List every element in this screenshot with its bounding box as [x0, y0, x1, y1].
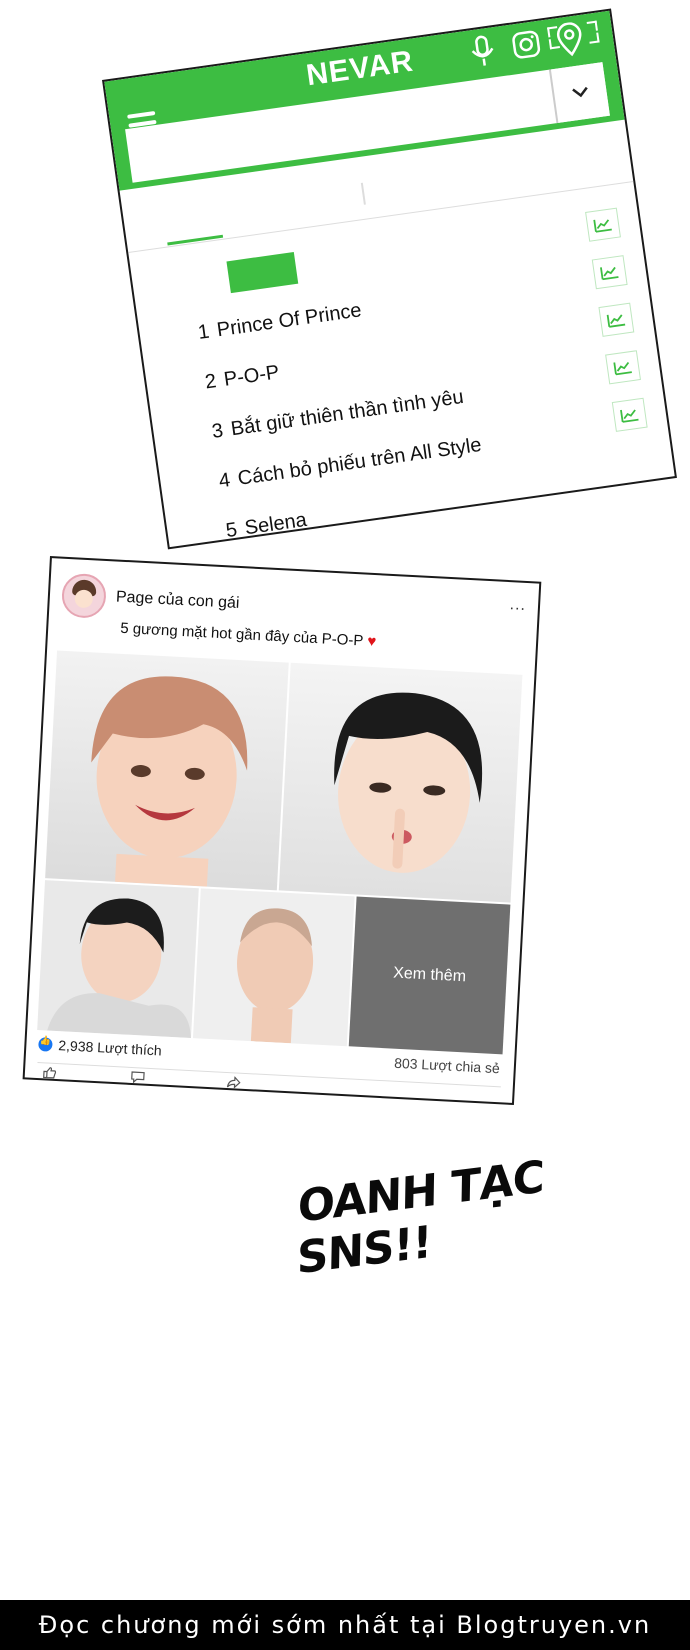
rank-number: 3 — [210, 419, 225, 443]
comment-icon[interactable] — [131, 1070, 146, 1084]
footer-banner[interactable]: Đọc chương mới sớm nhất tại Blogtruyen.v… — [0, 1600, 690, 1650]
photo-shaved-boy[interactable] — [192, 888, 355, 1047]
avatar[interactable] — [60, 572, 108, 619]
page-name[interactable]: Page của con gái — [115, 589, 239, 613]
likes-text: 2,938 Lượt thích — [57, 1037, 163, 1059]
trend-icon[interactable] — [591, 255, 628, 290]
rank-number: 1 — [196, 320, 211, 344]
heart-icon: ♥ — [366, 632, 377, 651]
sfx-shout-text: OANH TẠC SNS!! — [296, 1151, 545, 1285]
post-caption: 5 gương mặt hot gần đây của P-O-P ♥ — [120, 620, 377, 650]
see-more-button[interactable]: Xem thêm — [348, 896, 511, 1055]
rank-label: P-O-P — [222, 360, 281, 391]
share-icon[interactable] — [226, 1075, 241, 1089]
social-post-card: Page của con gái ... 5 gương mặt hot gần… — [22, 556, 542, 1106]
caption-text: 5 gương mặt hot gần đây của P-O-P — [119, 619, 364, 650]
tab-divider — [360, 182, 366, 205]
more-options-icon[interactable]: ... — [509, 596, 526, 615]
trend-icon[interactable] — [585, 207, 621, 242]
ranking-item[interactable]: 1 Prince Of Prince — [195, 288, 364, 354]
rank-label: Prince Of Prince — [215, 298, 363, 341]
like-reaction-icon — [38, 1037, 53, 1052]
instagram-icon[interactable] — [509, 27, 543, 65]
rank-number: 4 — [217, 468, 232, 493]
post-header: Page của con gái — [60, 572, 241, 626]
trend-icon[interactable] — [598, 302, 635, 337]
ranking-item[interactable]: 5 Selena — [223, 498, 310, 549]
active-tab-indicator[interactable] — [167, 234, 224, 246]
photo-smiling-boy[interactable] — [45, 650, 289, 891]
photo-grid: Xem thêm — [37, 650, 523, 1055]
location-pin-icon[interactable] — [553, 21, 587, 59]
photo-resting-boy[interactable] — [37, 880, 199, 1039]
microphone-icon[interactable] — [466, 33, 500, 71]
trend-icon[interactable] — [605, 350, 641, 385]
rank-number: 2 — [203, 369, 218, 393]
nevar-app-card: NEVAR 1 Prince Of Prince 2 P-O-P 3 Bắt giữ … — [102, 8, 677, 550]
photo-black-hair-boy[interactable] — [278, 662, 523, 903]
ranking-item[interactable]: 2 P-O-P — [202, 350, 282, 404]
like-icon[interactable] — [43, 1065, 58, 1079]
see-more-label: Xem thêm — [392, 964, 467, 986]
rank-label: Selena — [243, 508, 309, 539]
like-count[interactable]: 2,938 Lượt thích — [38, 1036, 163, 1059]
trend-icon[interactable] — [611, 397, 648, 432]
chevron-down-icon[interactable] — [548, 62, 610, 124]
share-count[interactable]: 803 Lượt chia sẻ — [394, 1055, 500, 1077]
rank-number: 5 — [224, 518, 239, 542]
ranking-badge — [226, 251, 299, 294]
